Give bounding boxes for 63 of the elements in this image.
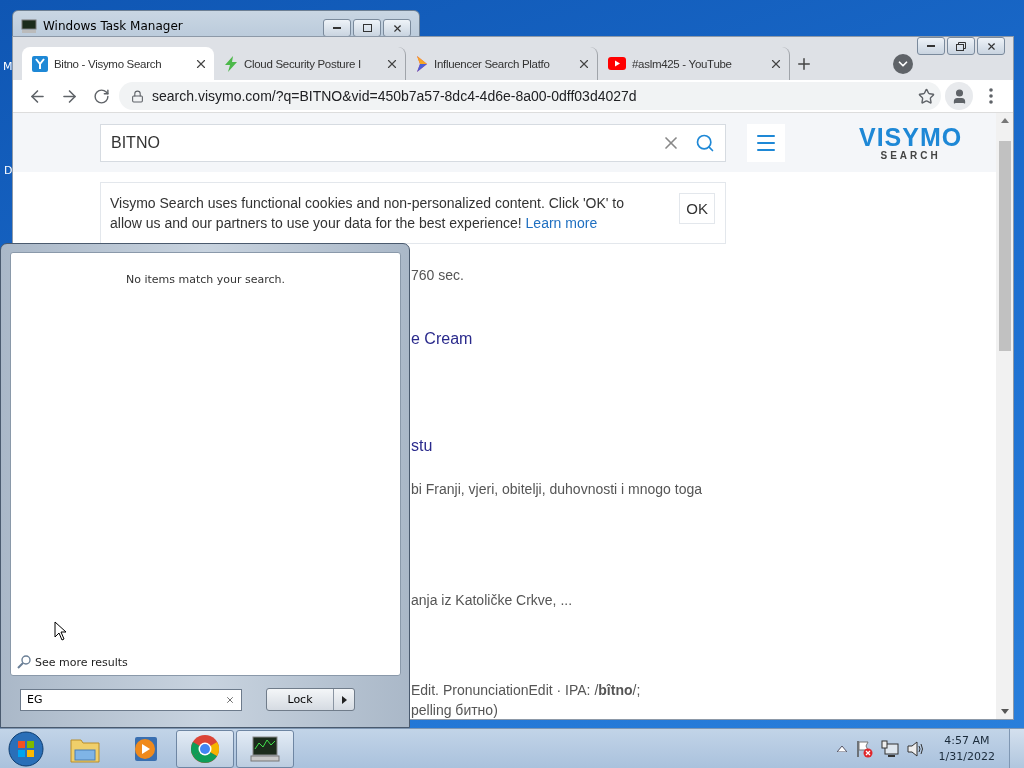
monitor-icon	[21, 19, 37, 33]
close-button[interactable]	[383, 19, 411, 37]
result-stats-text: 760 sec.	[411, 266, 465, 284]
taskbar-app-button[interactable]	[236, 730, 294, 768]
desktop-icon-label: M	[3, 60, 13, 73]
result-title-link[interactable]: e Cream	[411, 329, 996, 349]
scroll-thumb[interactable]	[998, 141, 1011, 351]
restore-button[interactable]	[947, 37, 975, 55]
vertical-dots-icon	[989, 88, 993, 104]
result-snippet: anja iz Katoličke Crkve, ...	[411, 591, 574, 609]
lightning-icon	[224, 55, 238, 72]
search-icon	[17, 655, 31, 669]
menu-button[interactable]	[747, 123, 785, 162]
close-icon	[985, 40, 997, 52]
flag-alert-icon[interactable]	[854, 740, 873, 758]
monitor-icon	[249, 735, 281, 763]
network-icon[interactable]	[880, 740, 899, 758]
maximize-button[interactable]	[353, 19, 381, 37]
triangle-right-icon	[341, 695, 347, 704]
window-title: Windows Task Manager	[43, 19, 184, 33]
ok-button[interactable]: OK	[679, 193, 715, 224]
chevron-logo-icon	[416, 55, 428, 72]
desktop-icon-label: D	[4, 164, 13, 177]
no-results-message: No items match your search.	[125, 273, 286, 286]
result-snippet: Edit. PronunciationEdit · IPA: /bîtno/;	[411, 681, 642, 699]
result-snippet: bi Franji, vjeri, obitelji, duhovnosti i mnogo toga	[411, 480, 704, 498]
scroll-down-arrow-icon[interactable]	[1000, 709, 1009, 714]
clear-icon[interactable]	[225, 694, 235, 705]
cookie-notice-text: Visymo Search uses functional cookies and non-personalized content. Click 'OK' to allow us and our partners to use your data for the best experience! Learn more	[110, 194, 626, 233]
y-logo-icon	[32, 55, 48, 72]
lock-icon	[131, 89, 144, 103]
result-snippet: pelling битно)	[411, 701, 499, 719]
start-button[interactable]	[8, 731, 44, 767]
bookmark-star-icon[interactable]	[918, 87, 935, 105]
tab-search-button[interactable]	[893, 54, 913, 74]
chrome-icon	[190, 734, 220, 764]
restore-icon	[956, 41, 966, 51]
clock[interactable]: 4:57 AM 1/31/2022	[938, 733, 995, 765]
scroll-up-arrow-icon[interactable]	[1000, 118, 1009, 123]
search-field[interactable]: BITNO	[100, 123, 726, 162]
profile-button[interactable]	[945, 82, 973, 110]
site-logo[interactable]: VISYMO SEARCH	[859, 124, 963, 161]
maximize-icon	[362, 24, 372, 32]
address-bar[interactable]: search.visymo.com/?q=BITNO&vid=450b7a57-8dc4-4d6e-8a00-0dff03d4027d	[119, 82, 941, 110]
minimize-icon	[333, 26, 341, 30]
result-title-link[interactable]: stu	[411, 436, 996, 456]
minimize-button[interactable]	[917, 37, 945, 55]
minimize-button[interactable]	[323, 19, 351, 37]
reload-icon	[92, 87, 110, 105]
search-icon[interactable]	[695, 132, 715, 153]
play-logo-icon	[608, 57, 626, 70]
mouse-cursor-icon	[54, 621, 67, 641]
plus-icon	[795, 55, 813, 73]
speaker-icon[interactable]	[906, 741, 925, 757]
browser-tab[interactable]: Bitno - Visymo Search	[22, 47, 214, 80]
close-button[interactable]	[977, 37, 1005, 55]
scrollbar[interactable]	[996, 113, 1013, 719]
see-more-results-link[interactable]: See more results	[17, 655, 128, 669]
close-icon	[391, 22, 403, 34]
show-hidden-icons-icon[interactable]	[836, 746, 847, 752]
search-field[interactable]: EG	[20, 688, 242, 711]
learn-more-link[interactable]: Learn more	[525, 215, 598, 231]
minimize-icon	[927, 44, 935, 48]
